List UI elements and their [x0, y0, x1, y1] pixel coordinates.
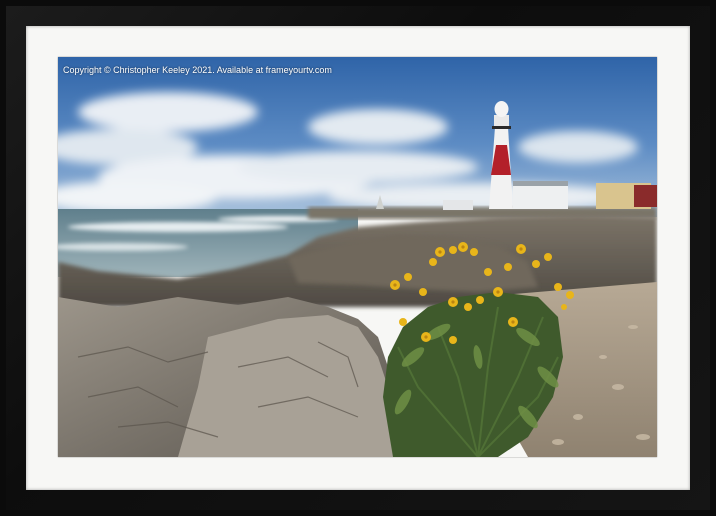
framed-photo: Copyright © Christopher Keeley 2021. Ava… — [58, 57, 657, 457]
picture-frame: Copyright © Christopher Keeley 2021. Ava… — [0, 0, 716, 516]
photo-scene — [58, 57, 657, 457]
copyright-watermark: Copyright © Christopher Keeley 2021. Ava… — [63, 65, 332, 75]
